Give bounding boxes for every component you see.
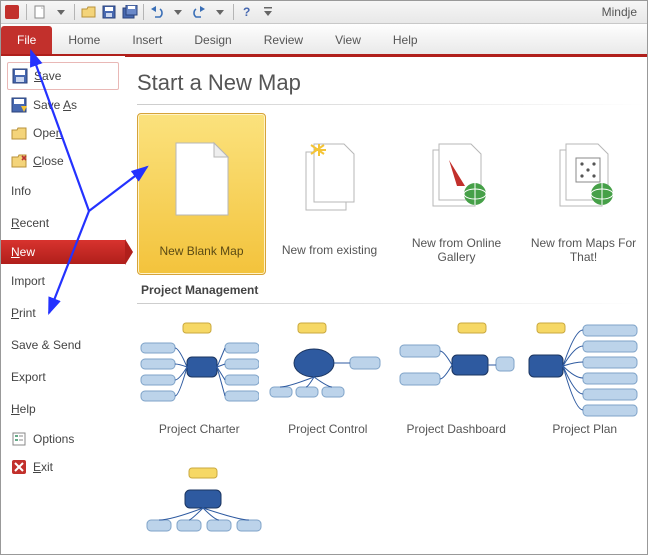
tile-new-online-gallery[interactable]: New from Online Gallery [393,113,520,275]
tile-label: New from Maps For That! [520,235,647,265]
existing-pages-icon [296,136,364,216]
tile-label: New from existing [266,235,393,265]
maps-for-that-icon [548,136,620,216]
page-title: Start a New Map [137,70,647,96]
sidebar-label: Info [11,184,31,198]
divider [137,303,647,304]
template-project-charter[interactable]: Project Charter [137,312,262,436]
new-map-tiles: New Blank Map New from existing [137,113,647,275]
help-icon[interactable]: ? [237,3,257,21]
project-templates-row: Project Charter [137,312,647,436]
backstage-sidebar: Save Save As Open Close Info Recent New … [1,56,125,554]
sidebar-label: Options [33,432,74,446]
save-icon[interactable] [99,3,119,21]
qat-customize-icon[interactable] [258,3,278,21]
template-project-dashboard[interactable]: Project Dashboard [394,312,519,436]
mindmap-thumb-icon [268,317,388,417]
sidebar-item-options[interactable]: Options [7,426,119,452]
dropdown-icon[interactable] [51,3,71,21]
mindmap-thumb-icon [143,466,263,536]
template-project-control[interactable]: Project Control [266,312,391,436]
window-title: Mindje [602,5,643,19]
mindmap-thumb-icon [139,317,259,417]
quick-access-toolbar: ? Mindje [1,1,647,24]
sidebar-label: Save [34,69,61,83]
mindmap-thumb-icon [396,317,516,417]
sidebar-label: Exit [33,460,53,474]
save-as-icon [11,97,27,113]
backstage-content: Start a New Map New Blank Map [125,56,647,554]
undo-dropdown-icon[interactable] [168,3,188,21]
sidebar-label: Import [11,274,45,288]
tab-file[interactable]: File [1,26,52,54]
sidebar-item-save[interactable]: Save [7,62,119,90]
sidebar-item-close[interactable]: Close [7,148,119,174]
template-project-plan[interactable]: Project Plan [523,312,648,436]
tab-design[interactable]: Design [178,26,247,54]
open-folder-icon[interactable] [78,3,98,21]
redo-dropdown-icon[interactable] [210,3,230,21]
sidebar-label: Close [33,154,64,168]
svg-text:?: ? [243,5,250,19]
tab-view[interactable]: View [319,26,377,54]
sidebar-item-new[interactable]: New [1,240,125,264]
redo-icon[interactable] [189,3,209,21]
tile-label: New from Online Gallery [393,235,520,265]
tab-home[interactable]: Home [52,26,116,54]
template-label: Project Control [266,422,391,436]
folder-close-icon [11,153,27,169]
save-disk-icon [12,68,28,84]
template-label: Project Plan [523,422,648,436]
sidebar-label: Recent [11,216,49,230]
sidebar-item-recent[interactable]: Recent [7,208,119,238]
sidebar-item-import[interactable]: Import [7,266,119,296]
sidebar-label: Export [11,370,46,384]
sidebar-item-help[interactable]: Help [7,394,119,424]
ribbon-tabs: File Home Insert Design Review View Help [1,24,647,57]
blank-page-icon [170,137,234,217]
app-icon [5,5,19,19]
sidebar-label: Save As [33,98,77,112]
new-doc-icon[interactable] [30,3,50,21]
template-label: Project Charter [137,422,262,436]
exit-icon [11,459,27,475]
tab-review[interactable]: Review [248,26,319,54]
sidebar-label: Print [11,306,36,320]
tab-insert[interactable]: Insert [116,26,178,54]
sidebar-label: Save & Send [11,338,81,352]
sidebar-item-exit[interactable]: Exit [7,454,119,480]
undo-icon[interactable] [147,3,167,21]
tile-new-blank-map[interactable]: New Blank Map [137,113,266,275]
sidebar-item-save-send[interactable]: Save & Send [7,330,119,360]
tile-maps-for-that[interactable]: New from Maps For That! [520,113,647,275]
sidebar-item-export[interactable]: Export [7,362,119,392]
template-label: Project Dashboard [394,422,519,436]
sidebar-label: New [11,245,35,259]
divider [137,104,647,105]
sidebar-item-print[interactable]: Print [7,298,119,328]
section-header: Project Management [141,283,647,297]
sidebar-label: Help [11,402,36,416]
tab-help[interactable]: Help [377,26,434,54]
tile-label: New Blank Map [138,236,265,266]
folder-open-icon [11,125,27,141]
sidebar-item-info[interactable]: Info [7,176,119,206]
project-templates-row-2 [137,446,647,554]
mindmap-thumb-icon [525,317,645,417]
template-project-timeline[interactable] [137,446,269,554]
sidebar-item-open[interactable]: Open [7,120,119,146]
options-icon [11,431,27,447]
online-gallery-icon [421,136,493,216]
save-all-icon[interactable] [120,3,140,21]
sidebar-label: Open [33,126,62,140]
tile-new-from-existing[interactable]: New from existing [266,113,393,275]
sidebar-item-save-as[interactable]: Save As [7,92,119,118]
